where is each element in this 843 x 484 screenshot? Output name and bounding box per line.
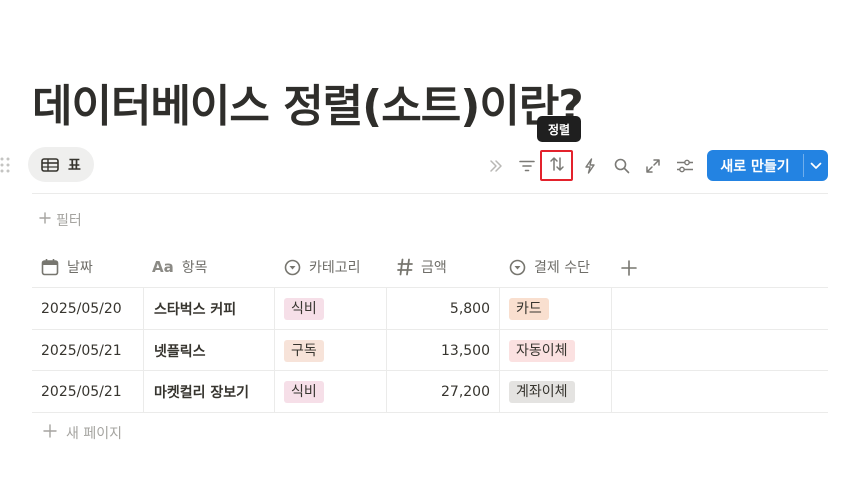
filter-label: 필터 — [56, 213, 82, 229]
column-header-item[interactable]: Aa 항목 — [152, 256, 208, 278]
date-cell[interactable]: 2025/05/21 — [41, 371, 122, 412]
lightning-icon[interactable] — [579, 155, 601, 177]
category-cell[interactable]: 식비 — [284, 288, 324, 329]
search-icon[interactable] — [611, 155, 633, 177]
item-cell[interactable]: 넷플릭스 — [154, 330, 206, 371]
amount-cell[interactable]: 5,800 — [396, 288, 490, 329]
payment-tag: 카드 — [509, 297, 549, 320]
category-tag: 식비 — [284, 380, 324, 403]
category-cell[interactable]: 식비 — [284, 371, 324, 412]
category-cell[interactable]: 구독 — [284, 330, 324, 371]
select-icon — [284, 259, 301, 276]
sort-button[interactable] — [540, 150, 573, 181]
column-divider — [611, 288, 612, 412]
new-page-label: 새 페이지 — [66, 426, 122, 442]
payment-tag: 계좌이체 — [509, 380, 575, 403]
toolbar-divider — [32, 193, 828, 194]
page-title[interactable]: 데이터베이스 정렬(소트)이란? — [32, 70, 584, 134]
column-label: 결제 수단 — [534, 260, 590, 276]
column-header-amount[interactable]: 금액 — [397, 256, 447, 278]
payment-cell[interactable]: 계좌이체 — [509, 371, 575, 412]
expand-icon[interactable] — [642, 155, 664, 177]
chevrons-right-icon[interactable] — [485, 155, 507, 177]
item-cell[interactable]: 마켓컬리 장보기 — [154, 371, 249, 412]
view-tab-label: 표 — [68, 157, 81, 174]
column-divider — [143, 288, 144, 412]
payment-cell[interactable]: 자동이체 — [509, 330, 575, 371]
calendar-icon — [41, 258, 59, 276]
column-divider — [499, 288, 500, 412]
table-icon — [41, 157, 59, 172]
filter-icon[interactable] — [516, 155, 538, 177]
column-header-payment[interactable]: 결제 수단 — [509, 256, 590, 278]
payment-tag: 자동이체 — [509, 339, 575, 362]
sort-icon — [549, 156, 565, 176]
view-tab-table[interactable]: 표 — [28, 147, 94, 182]
number-icon — [397, 258, 413, 276]
amount-cell[interactable]: 27,200 — [396, 371, 490, 412]
category-tag: 구독 — [284, 339, 324, 362]
column-divider — [274, 288, 275, 412]
item-cell[interactable]: 스타벅스 커피 — [154, 288, 236, 329]
chevron-down-icon[interactable] — [804, 150, 828, 181]
table-divider — [32, 412, 828, 413]
add-filter-button[interactable]: 필터 — [39, 210, 82, 230]
new-button[interactable]: 새로 만들기 — [707, 150, 828, 181]
new-button-label[interactable]: 새로 만들기 — [707, 150, 803, 181]
column-divider — [386, 288, 387, 412]
column-header-category[interactable]: 카테고리 — [284, 256, 361, 278]
text-icon: Aa — [152, 258, 174, 276]
column-label: 카테고리 — [309, 260, 361, 276]
plus-icon — [39, 212, 51, 228]
settings-sliders-icon[interactable] — [674, 155, 696, 177]
date-cell[interactable]: 2025/05/20 — [41, 288, 122, 329]
plus-icon — [43, 424, 57, 442]
date-cell[interactable]: 2025/05/21 — [41, 330, 122, 371]
column-label: 금액 — [421, 260, 447, 276]
column-label: 날짜 — [67, 260, 93, 276]
new-page-button[interactable]: 새 페이지 — [43, 423, 122, 443]
plus-icon — [621, 260, 637, 276]
payment-cell[interactable]: 카드 — [509, 288, 549, 329]
column-label: 항목 — [181, 260, 208, 276]
sort-tooltip: 정렬 — [537, 116, 581, 142]
column-header-date[interactable]: 날짜 — [41, 256, 93, 278]
category-tag: 식비 — [284, 297, 324, 320]
add-column-button[interactable] — [621, 257, 637, 279]
amount-cell[interactable]: 13,500 — [396, 330, 490, 371]
select-icon — [509, 259, 526, 276]
drag-handle-icon[interactable] — [0, 156, 10, 176]
